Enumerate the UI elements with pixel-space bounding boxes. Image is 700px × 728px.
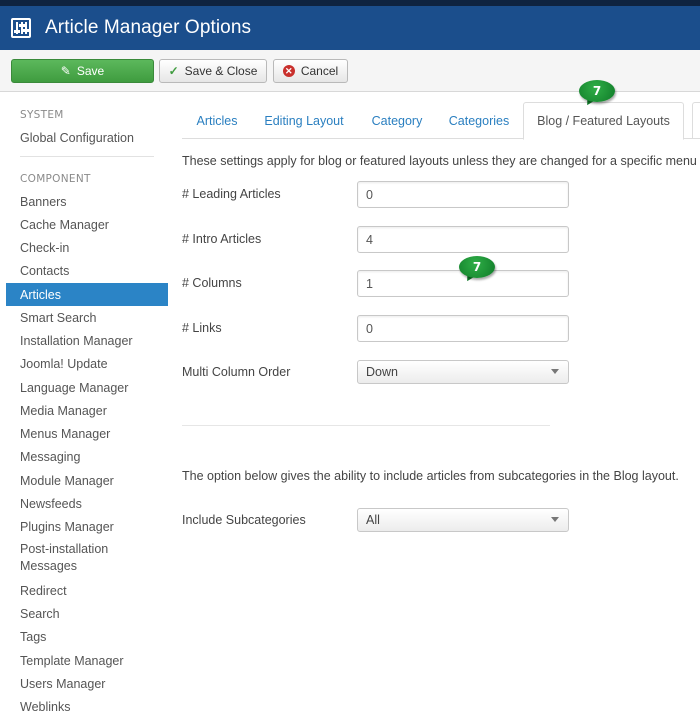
intro-text: These settings apply for blog or feature… (182, 154, 697, 168)
callout-marker: 7 (459, 256, 495, 284)
tab-categories[interactable]: Categories (440, 102, 518, 139)
cancel-label: Cancel (300, 64, 339, 78)
chevron-down-icon (551, 369, 559, 374)
sidebar-item-language-manager[interactable]: Language Manager (6, 376, 168, 399)
options-icon (11, 18, 31, 38)
include-subcategories-select[interactable]: All (357, 508, 569, 532)
sidebar-item-messaging[interactable]: Messaging (6, 445, 168, 468)
sidebar-item-newsfeeds[interactable]: Newsfeeds (6, 492, 168, 515)
sidebar-item-installation-manager[interactable]: Installation Manager (6, 329, 168, 352)
sidebar-divider (20, 156, 154, 157)
tab-articles[interactable]: Articles (182, 102, 252, 139)
sidebar-item-template-manager[interactable]: Template Manager (6, 649, 168, 672)
tab-category[interactable]: Category (358, 102, 436, 139)
sidebar-item-tags[interactable]: Tags (6, 625, 168, 648)
intro-articles-input[interactable]: 4 (357, 226, 569, 253)
sidebar-item-articles[interactable]: Articles (6, 283, 168, 306)
cancel-icon: ✕ (282, 65, 295, 77)
callout-marker: 7 (579, 80, 615, 108)
sidebar-item-media-manager[interactable]: Media Manager (6, 399, 168, 422)
sidebar-item-joomla-update[interactable]: Joomla! Update (6, 352, 168, 375)
sidebar-item-contacts[interactable]: Contacts (6, 259, 168, 282)
tab-editing-layout[interactable]: Editing Layout (256, 102, 352, 139)
label-leading-articles: # Leading Articles (182, 187, 281, 201)
leading-articles-input[interactable]: 0 (357, 181, 569, 208)
sidebar-item-banners[interactable]: Banners (6, 190, 168, 213)
subcategories-note: The option below gives the ability to in… (182, 469, 679, 483)
component-heading: COMPONENT (20, 173, 91, 185)
links-input[interactable]: 0 (357, 315, 569, 342)
sidebar-item-check-in[interactable]: Check-in (6, 236, 168, 259)
save-close-label: Save & Close (184, 64, 258, 78)
save-label: Save (76, 64, 105, 78)
save-button[interactable]: ✎ Save (11, 59, 154, 83)
label-intro-articles: # Intro Articles (182, 232, 262, 246)
label-columns: # Columns (182, 276, 242, 290)
multi-column-order-value: Down (366, 365, 398, 379)
tab-next-partial[interactable] (692, 102, 700, 139)
sidebar-item-search[interactable]: Search (6, 602, 168, 625)
label-include-subcategories: Include Subcategories (182, 513, 306, 527)
callout-number: 7 (459, 256, 495, 278)
sidebar-item-global-configuration[interactable]: Global Configuration (6, 126, 168, 149)
multi-column-order-select[interactable]: Down (357, 360, 569, 384)
save-close-button[interactable]: ✓ Save & Close (159, 59, 267, 83)
chevron-down-icon (551, 517, 559, 522)
section-divider (182, 425, 550, 426)
sidebar: SYSTEM Global Configuration COMPONENT Ba… (0, 92, 170, 728)
include-subcategories-value: All (366, 513, 380, 527)
system-heading: SYSTEM (20, 109, 64, 121)
check-icon: ✓ (168, 64, 179, 78)
sidebar-item-module-manager[interactable]: Module Manager (6, 469, 168, 492)
sidebar-item-users-manager[interactable]: Users Manager (6, 672, 168, 695)
sidebar-item-post-installation-messages[interactable]: Post-installation Messages (6, 539, 168, 577)
page-header: Article Manager Options (0, 6, 700, 50)
tab-blog-featured-layouts[interactable]: Blog / Featured Layouts (523, 102, 684, 140)
sidebar-item-menus-manager[interactable]: Menus Manager (6, 422, 168, 445)
label-links: # Links (182, 321, 222, 335)
page-title: Article Manager Options (45, 17, 252, 38)
sidebar-item-redirect[interactable]: Redirect (6, 579, 168, 602)
callout-number: 7 (579, 80, 615, 102)
cancel-button[interactable]: ✕ Cancel (273, 59, 348, 83)
sidebar-item-plugins-manager[interactable]: Plugins Manager (6, 515, 168, 538)
sidebar-item-smart-search[interactable]: Smart Search (6, 306, 168, 329)
sidebar-item-cache-manager[interactable]: Cache Manager (6, 213, 168, 236)
edit-icon: ✎ (60, 64, 71, 78)
tab-bar: Articles Editing Layout Category Categor… (182, 102, 700, 140)
label-multi-column-order: Multi Column Order (182, 365, 291, 379)
sidebar-item-weblinks[interactable]: Weblinks (6, 695, 168, 718)
